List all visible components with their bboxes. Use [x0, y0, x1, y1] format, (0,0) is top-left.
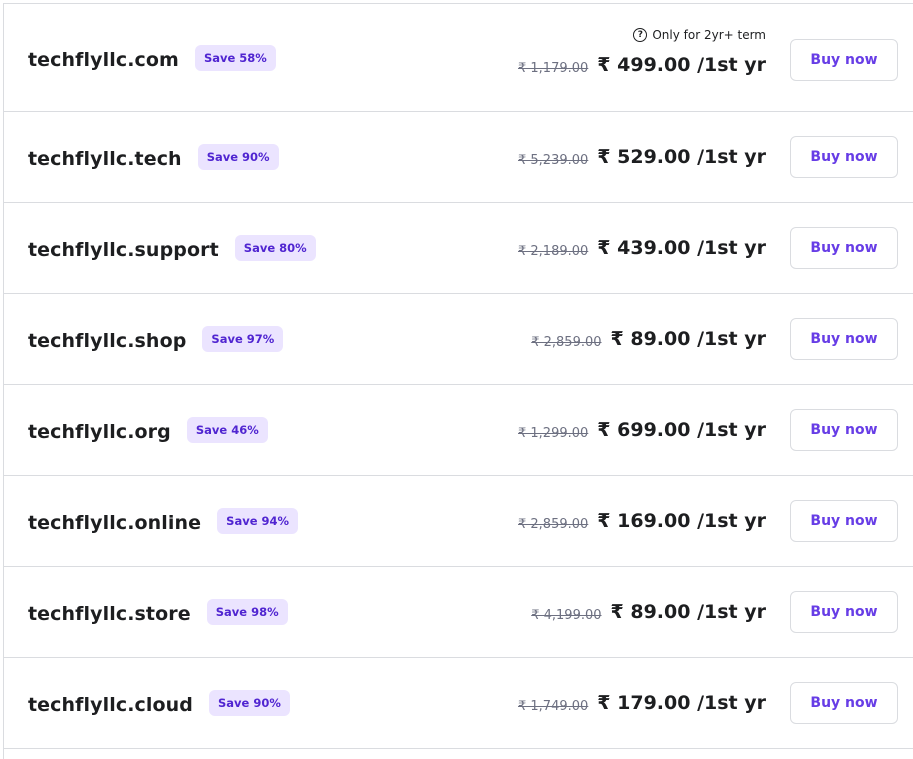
term-note-text: Only for 2yr+ term: [652, 28, 766, 42]
discount-badge: Save 94%: [217, 508, 299, 534]
domain-name: techflyllc.online: [28, 512, 202, 534]
domain-row: techflyllc.org Save 46% ₹ 1,299.00 ₹ 699…: [4, 385, 913, 476]
sale-price: ₹ 169.00 /1st yr: [597, 510, 766, 532]
discount-badge: Save 97%: [202, 326, 284, 352]
buy-now-button[interactable]: Buy now: [790, 136, 898, 178]
original-price: ₹ 5,239.00: [518, 152, 589, 168]
sale-price: ₹ 439.00 /1st yr: [597, 237, 766, 259]
domain-row: techflyllc.online Save 94% ₹ 2,859.00 ₹ …: [4, 476, 913, 567]
domain-row-partial: [4, 749, 913, 759]
sale-price: ₹ 179.00 /1st yr: [597, 692, 766, 714]
domain-row: techflyllc.cloud Save 90% ₹ 1,749.00 ₹ 1…: [4, 658, 913, 749]
original-price: ₹ 1,299.00: [518, 425, 589, 441]
discount-badge: Save 90%: [197, 144, 279, 170]
domain-name: techflyllc.store: [28, 603, 191, 625]
domain-name: techflyllc.org: [28, 421, 171, 443]
domain-name: techflyllc.cloud: [28, 694, 193, 716]
domain-name: techflyllc.support: [28, 239, 219, 261]
buy-now-button[interactable]: Buy now: [790, 500, 898, 542]
domain-row: techflyllc.support Save 80% ₹ 2,189.00 ₹…: [4, 203, 913, 294]
term-note[interactable]: ? Only for 2yr+ term: [633, 28, 766, 42]
discount-badge: Save 98%: [206, 599, 288, 625]
domain-name: techflyllc.tech: [28, 148, 182, 170]
domain-row: techflyllc.com Save 58% ? Only for 2yr+ …: [4, 4, 913, 112]
buy-now-button[interactable]: Buy now: [790, 39, 898, 81]
discount-badge: Save 58%: [194, 44, 276, 71]
original-price: ₹ 1,179.00: [518, 60, 589, 76]
sale-price: ₹ 89.00 /1st yr: [610, 328, 766, 350]
buy-now-button[interactable]: Buy now: [790, 318, 898, 360]
domain-row: techflyllc.store Save 98% ₹ 4,199.00 ₹ 8…: [4, 567, 913, 658]
discount-badge: Save 90%: [208, 690, 290, 716]
buy-now-button[interactable]: Buy now: [790, 409, 898, 451]
buy-now-button[interactable]: Buy now: [790, 591, 898, 633]
original-price: ₹ 2,859.00: [531, 334, 602, 350]
discount-badge: Save 46%: [186, 417, 268, 443]
domain-name: techflyllc.shop: [28, 330, 187, 352]
domain-name: techflyllc.com: [28, 48, 179, 71]
buy-now-button[interactable]: Buy now: [790, 682, 898, 724]
domain-results-list: techflyllc.com Save 58% ? Only for 2yr+ …: [3, 3, 913, 759]
buy-now-button[interactable]: Buy now: [790, 227, 898, 269]
sale-price: ₹ 529.00 /1st yr: [597, 146, 766, 168]
sale-price: ₹ 499.00 /1st yr: [597, 54, 766, 76]
discount-badge: Save 80%: [234, 235, 316, 261]
original-price: ₹ 2,189.00: [518, 243, 589, 259]
sale-price: ₹ 89.00 /1st yr: [610, 601, 766, 623]
original-price: ₹ 4,199.00: [531, 607, 602, 623]
original-price: ₹ 2,859.00: [518, 516, 589, 532]
original-price: ₹ 1,749.00: [518, 698, 589, 714]
domain-row: techflyllc.tech Save 90% ₹ 5,239.00 ₹ 52…: [4, 112, 913, 203]
domain-row: techflyllc.shop Save 97% ₹ 2,859.00 ₹ 89…: [4, 294, 913, 385]
question-circle-icon[interactable]: ?: [633, 28, 648, 42]
sale-price: ₹ 699.00 /1st yr: [597, 419, 766, 441]
